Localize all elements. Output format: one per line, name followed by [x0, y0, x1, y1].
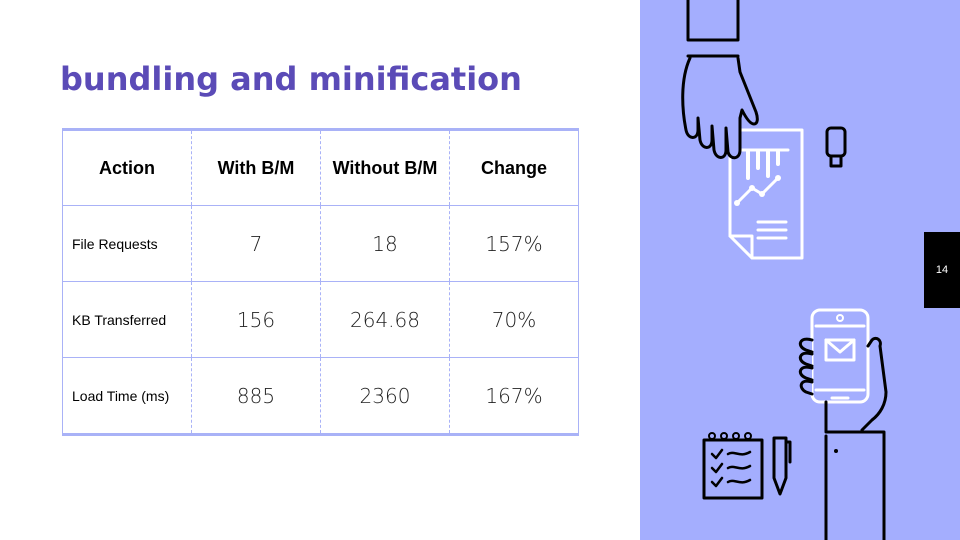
- page-number-badge: 14: [924, 232, 960, 308]
- cell-with-bm: 7: [191, 205, 321, 282]
- illustration: [681, 0, 888, 540]
- header-action: Action: [62, 128, 192, 206]
- cell-with-bm: 885: [191, 357, 321, 436]
- usb-drive-icon: [825, 126, 847, 168]
- slide-title: bundling and minification: [60, 60, 522, 98]
- cell-without-bm: 264.68: [320, 281, 450, 358]
- table-row: File Requests 7 18 157%: [62, 205, 579, 282]
- row-label: Load Time (ms): [62, 357, 192, 436]
- row-label: File Requests: [62, 205, 192, 282]
- header-change: Change: [449, 128, 579, 206]
- row-label: KB Transferred: [62, 281, 192, 358]
- notepad-icon: [702, 432, 764, 500]
- header-without-bm: Without B/M: [320, 128, 450, 206]
- table-header-row: Action With B/M Without B/M Change: [62, 128, 579, 206]
- pen-icon: [772, 436, 792, 496]
- cell-change: 167%: [449, 357, 579, 436]
- cell-change: 157%: [449, 205, 579, 282]
- comparison-table: Action With B/M Without B/M Change File …: [62, 128, 579, 436]
- hand-holding-document-icon: [681, 0, 804, 260]
- table-row: Load Time (ms) 885 2360 167%: [62, 357, 579, 436]
- cell-change: 70%: [449, 281, 579, 358]
- cell-with-bm: 156: [191, 281, 321, 358]
- cell-without-bm: 2360: [320, 357, 450, 436]
- header-with-bm: With B/M: [191, 128, 321, 206]
- cell-without-bm: 18: [320, 205, 450, 282]
- table-row: KB Transferred 156 264.68 70%: [62, 281, 579, 358]
- hand-holding-phone-icon: [798, 308, 888, 540]
